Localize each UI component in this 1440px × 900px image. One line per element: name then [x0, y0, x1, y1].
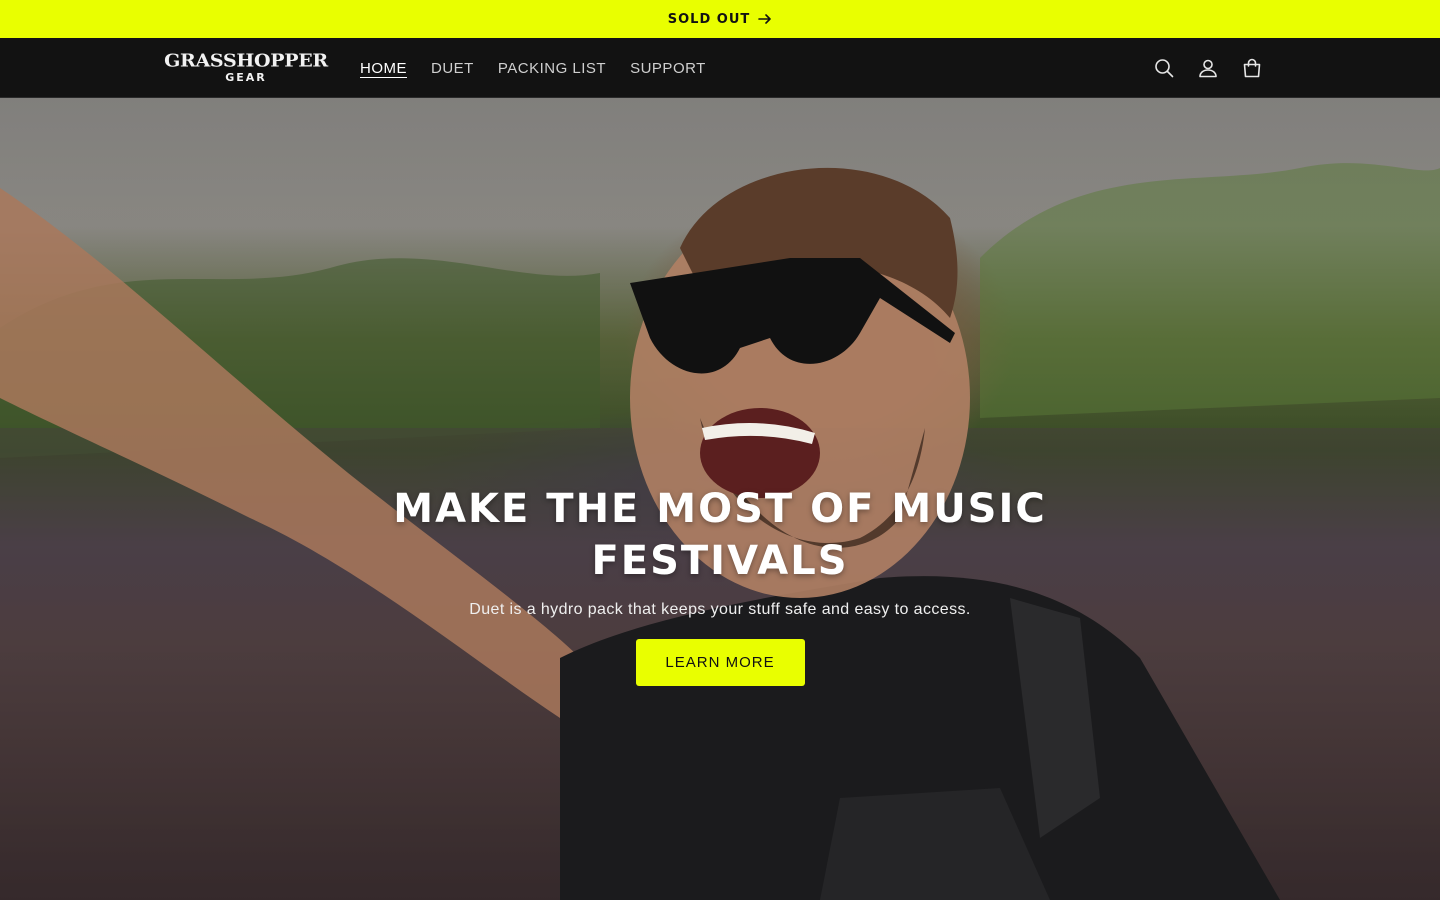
- brand-logo[interactable]: GRASSHOPPER GEAR: [164, 52, 328, 86]
- learn-more-button[interactable]: LEARN MORE: [635, 639, 805, 686]
- hero-title-line-1: MAKE THE MOST OF MUSIC: [393, 486, 1047, 532]
- hero-subtitle: Duet is a hydro pack that keeps your stu…: [469, 601, 971, 618]
- nav-item-duet[interactable]: DUET: [419, 60, 486, 77]
- main-nav: HOME DUET PACKING LIST SUPPORT: [348, 38, 718, 98]
- arrow-right-icon: [758, 14, 772, 24]
- nav-item-support[interactable]: SUPPORT: [618, 60, 718, 77]
- site-header: GRASSHOPPER GEAR HOME DUET PACKING LIST …: [0, 38, 1440, 98]
- logo-wordmark: GRASSHOPPER: [164, 50, 328, 72]
- nav-item-home[interactable]: HOME: [348, 60, 419, 77]
- hero-content: MAKE THE MOST OF MUSIC FESTIVALS Duet is…: [320, 483, 1120, 686]
- header-icons: [1142, 46, 1274, 90]
- cart-icon: [1243, 58, 1261, 78]
- hero-title-line-2: FESTIVALS: [591, 538, 849, 584]
- cart-button[interactable]: [1230, 46, 1274, 90]
- search-button[interactable]: [1142, 46, 1186, 90]
- logo-subline: GEAR: [225, 71, 267, 84]
- hero-banner: MAKE THE MOST OF MUSIC FESTIVALS Duet is…: [0, 98, 1440, 900]
- announcement-bar[interactable]: SOLD OUT: [0, 0, 1440, 38]
- account-button[interactable]: [1186, 46, 1230, 90]
- announcement-text: SOLD OUT: [667, 11, 751, 27]
- account-icon: [1199, 59, 1217, 78]
- hero-title: MAKE THE MOST OF MUSIC FESTIVALS: [393, 483, 1046, 587]
- search-icon: [1155, 59, 1174, 78]
- nav-item-packing-list[interactable]: PACKING LIST: [486, 60, 618, 77]
